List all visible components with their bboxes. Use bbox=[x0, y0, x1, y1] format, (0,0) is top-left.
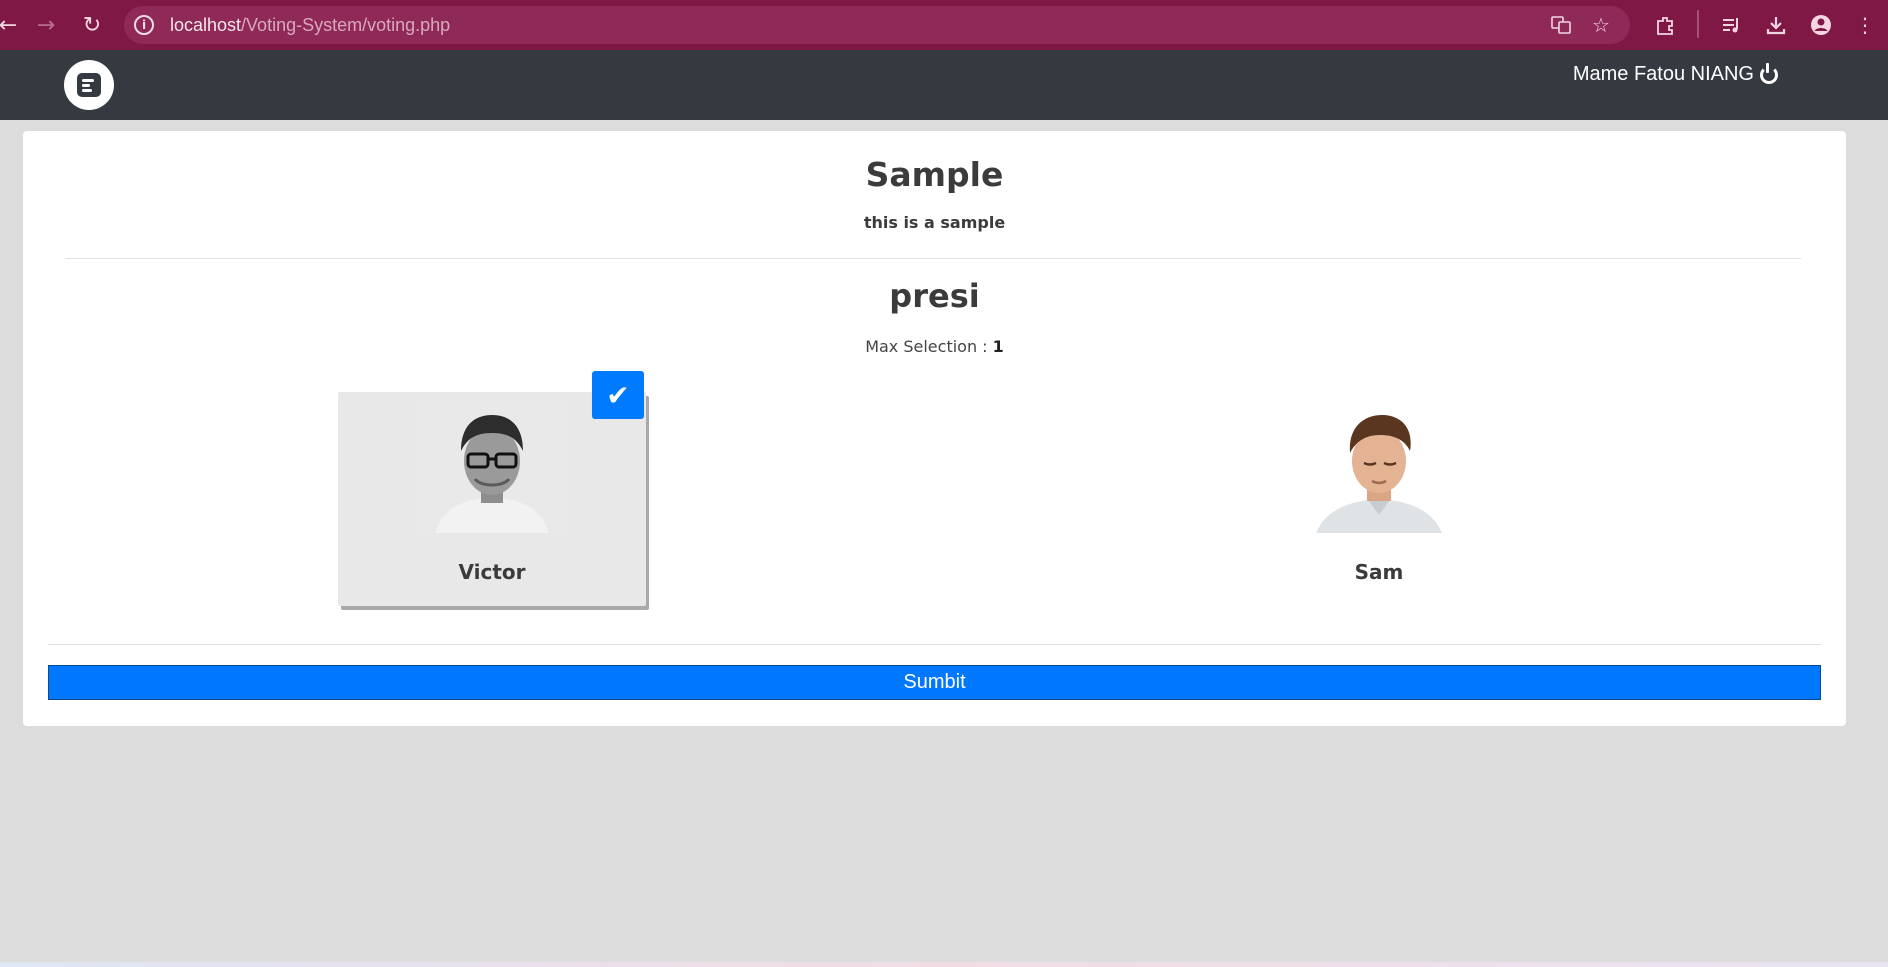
max-selection-text: Max Selection : 1 bbox=[865, 337, 1004, 356]
profile-icon[interactable] bbox=[1806, 10, 1836, 40]
divider bbox=[48, 644, 1821, 645]
user-name: Mame Fatou NIANG bbox=[1572, 63, 1754, 85]
candidate-photo-sam bbox=[1302, 405, 1456, 533]
selected-check-icon[interactable]: ✔ bbox=[592, 371, 644, 419]
taskbar-edge bbox=[0, 962, 1888, 967]
position-title: presi bbox=[889, 277, 980, 315]
ballot-card: Sample this is a sample presi Max Select… bbox=[23, 131, 1846, 726]
url-text[interactable]: localhost/Voting-System/voting.php bbox=[170, 15, 450, 36]
election-description: this is a sample bbox=[863, 213, 1006, 232]
candidate-name-victor: Victor bbox=[458, 560, 526, 584]
reload-icon[interactable]: ↻ bbox=[74, 8, 110, 42]
divider bbox=[65, 258, 1801, 259]
menu-kebab-icon[interactable]: ⋮ bbox=[1850, 10, 1880, 40]
logout-power-icon[interactable] bbox=[1760, 62, 1778, 84]
browser-toolbar: ← → ↻ i localhost/Voting-System/voting.p… bbox=[0, 0, 1888, 50]
bookmark-star-icon[interactable]: ☆ bbox=[1586, 10, 1616, 40]
election-title: Sample bbox=[865, 155, 1004, 194]
candidate-card-victor[interactable]: Victor bbox=[338, 392, 646, 606]
media-queue-icon[interactable] bbox=[1717, 10, 1747, 40]
site-info-icon[interactable]: i bbox=[134, 15, 154, 35]
submit-button[interactable]: Sumbit bbox=[48, 665, 1821, 700]
translate-icon[interactable] bbox=[1546, 10, 1576, 40]
candidate-name-sam: Sam bbox=[1354, 560, 1404, 584]
download-icon[interactable] bbox=[1761, 10, 1791, 40]
back-icon[interactable]: ← bbox=[0, 8, 26, 42]
extensions-icon[interactable] bbox=[1650, 10, 1680, 40]
address-bar[interactable]: i localhost/Voting-System/voting.php bbox=[124, 6, 1630, 44]
sidebar-toggle-logo[interactable] bbox=[64, 60, 114, 110]
menu-logo-icon bbox=[77, 73, 101, 97]
candidate-card-sam[interactable]: Sam bbox=[1225, 392, 1533, 606]
toolbar-divider bbox=[1697, 10, 1699, 38]
forward-icon[interactable]: → bbox=[28, 8, 64, 42]
candidate-photo-victor bbox=[415, 405, 569, 533]
user-menu[interactable]: Mame Fatou NIANG bbox=[1572, 62, 1778, 86]
